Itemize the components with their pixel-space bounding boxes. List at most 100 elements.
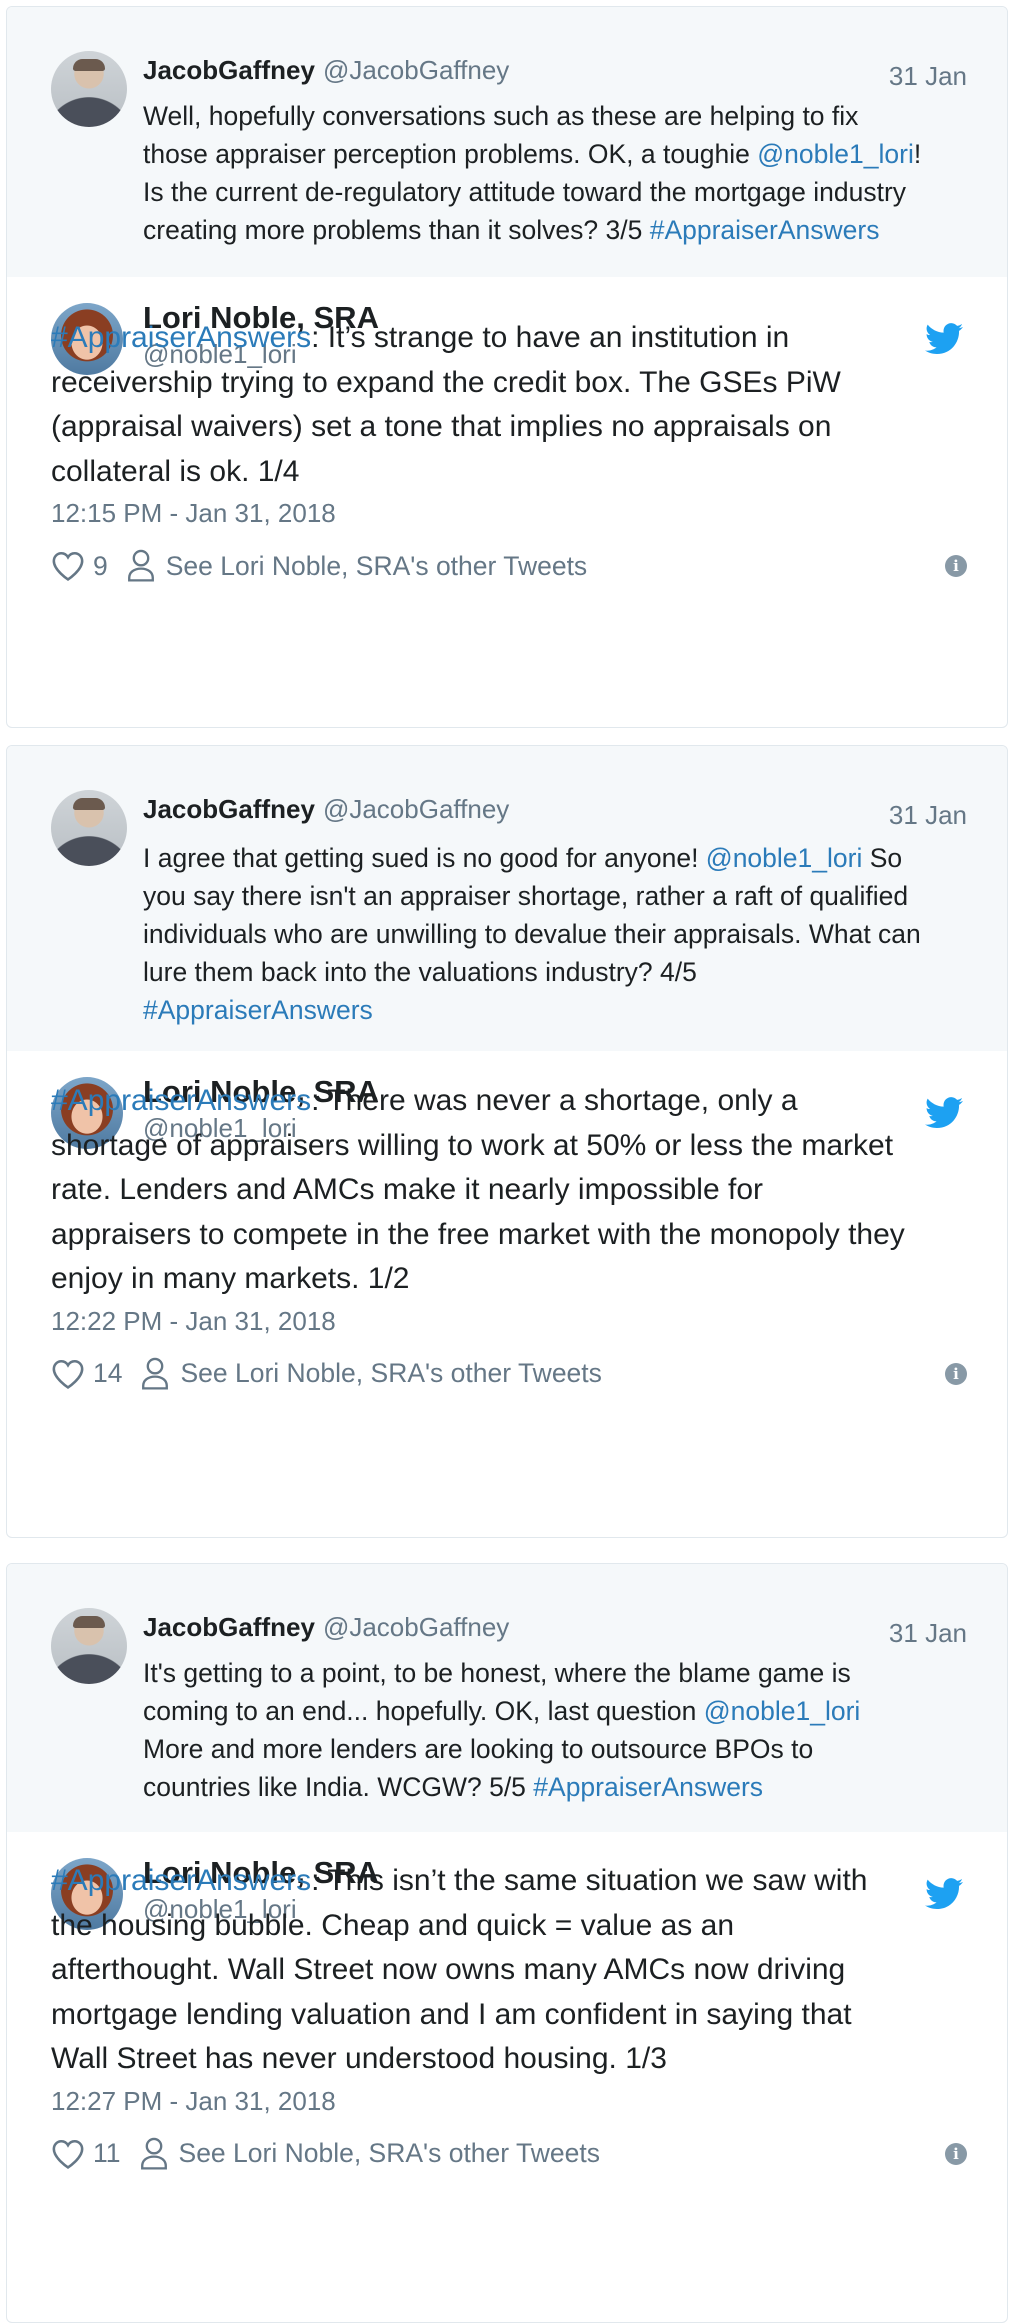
- hashtag-link[interactable]: #AppraiserAnswers: [143, 995, 373, 1025]
- heart-icon[interactable]: [51, 1358, 85, 1390]
- tweet-actions: 14 See Lori Noble, SRA's other Tweets i: [51, 1354, 967, 1394]
- quoted-tweet-date[interactable]: 31 Jan: [889, 57, 967, 95]
- tweet-text-segment: enjoy in many markets. 1/2: [51, 1262, 410, 1295]
- tweet-text-line: #AppraiserAnswers: It’s strange to have …: [51, 316, 967, 361]
- tweet-text-line: #AppraiserAnswers: This isn’t the same s…: [51, 1859, 967, 1904]
- mention-link[interactable]: @noble1_lori: [704, 1696, 861, 1726]
- see-other-tweets-link[interactable]: See Lori Noble, SRA's other Tweets: [179, 2138, 600, 2169]
- quoted-tweet-date[interactable]: 31 Jan: [889, 796, 967, 834]
- quoted-author-avatar[interactable]: [51, 51, 127, 127]
- quoted-text-line: countries like India. WCGW? 5/5 #Apprais…: [143, 1768, 967, 1806]
- person-icon: [142, 1357, 169, 1390]
- quoted-author-handle[interactable]: @JacobGaffney: [323, 55, 509, 85]
- info-icon[interactable]: i: [945, 1362, 967, 1385]
- hashtag-link[interactable]: #AppraiserAnswers: [650, 215, 880, 245]
- quoted-text-line: Is the current de-regulatory attitude to…: [143, 173, 967, 211]
- quoted-author-name[interactable]: JacobGaffney: [143, 794, 315, 824]
- quoted-text-segment: individuals who are unwilling to devalue…: [143, 919, 921, 949]
- like-count[interactable]: 11: [93, 2138, 121, 2169]
- tweet-text: #AppraiserAnswers: It’s strange to have …: [51, 316, 967, 494]
- quoted-text-line: I agree that getting sued is no good for…: [143, 839, 967, 877]
- quoted-text-segment: lure them back into the valuations indus…: [143, 957, 697, 987]
- tweet-text-segment: the housing bubble. Cheap and quick = va…: [51, 1908, 735, 1942]
- tweet-text-segment: appraisers to compete in the free market…: [51, 1217, 905, 1251]
- quoted-tweet[interactable]: JacobGaffney @JacobGaffney 31 Jan It's gett…: [7, 1564, 1007, 1832]
- quoted-tweet-date[interactable]: 31 Jan: [889, 1614, 967, 1652]
- quoted-text-line: creating more problems than it solves? 3…: [143, 211, 967, 249]
- heart-icon[interactable]: [51, 550, 85, 582]
- tweet-text-line: rate. Lenders and AMCs make it nearly im…: [51, 1168, 967, 1213]
- quoted-tweet-text: Well, hopefully conversations such as th…: [143, 97, 967, 249]
- like-count[interactable]: 9: [93, 551, 108, 582]
- tweet-timestamp[interactable]: 12:27 PM - Jan 31, 2018: [51, 2084, 336, 2118]
- tweet-text-segment: afterthought. Wall Street now owns many …: [51, 1953, 846, 1986]
- quoted-tweet-header: JacobGaffney @JacobGaffney 31 Jan: [143, 51, 967, 91]
- tweet-text-segment: rate. Lenders and AMCs make it nearly im…: [51, 1173, 763, 1206]
- tweet-text-line: mortgage lending valuation and I am conf…: [51, 1993, 967, 2038]
- tweet-text-line: receivership trying to expand the credit…: [51, 361, 967, 406]
- tweet-text-line: collateral is ok. 1/4: [51, 450, 967, 495]
- quoted-text-segment: Is the current de-regulatory attitude to…: [143, 177, 907, 207]
- quoted-text-segment: More and more lenders are looking to out…: [143, 1734, 814, 1764]
- tweet-text-segment: mortgage lending valuation and I am conf…: [51, 1997, 852, 2031]
- quoted-tweet[interactable]: JacobGaffney @JacobGaffney 31 Jan I agree t…: [7, 746, 1007, 1051]
- see-other-tweets-link[interactable]: See Lori Noble, SRA's other Tweets: [180, 1358, 601, 1389]
- quoted-tweet-header: JacobGaffney @JacobGaffney 31 Jan: [143, 790, 967, 830]
- like-count[interactable]: 14: [93, 1358, 122, 1389]
- tweet-text-line: (appraisal waivers) set a tone that impl…: [51, 405, 967, 450]
- tweet-card: JacobGaffney @JacobGaffney 31 Jan Well, hop…: [6, 6, 1008, 728]
- quoted-author-avatar[interactable]: [51, 1608, 127, 1684]
- tweet-text-line: shortage of appraisers willing to work a…: [51, 1124, 967, 1169]
- quoted-text-segment: Well, hopefully conversations such as th…: [143, 101, 859, 131]
- quoted-tweet-text: I agree that getting sued is no good for…: [143, 839, 967, 1029]
- quoted-text-line: More and more lenders are looking to out…: [143, 1730, 967, 1768]
- tweet-text-line: the housing bubble. Cheap and quick = va…: [51, 1904, 967, 1949]
- quoted-text-line: It's getting to a point, to be honest, w…: [143, 1654, 967, 1692]
- quoted-author-name[interactable]: JacobGaffney: [143, 55, 315, 85]
- see-other-tweets-link[interactable]: See Lori Noble, SRA's other Tweets: [166, 551, 587, 582]
- tweet-text-line: Wall Street has never understood housing…: [51, 2037, 967, 2082]
- tweet-text-line: #AppraiserAnswers: There was never a sho…: [51, 1079, 967, 1124]
- tweet-text-segment: shortage of appraisers willing to work a…: [51, 1128, 894, 1162]
- quoted-text-segment: countries like India. WCGW? 5/5: [143, 1772, 534, 1802]
- tweet-text-line: afterthought. Wall Street now owns many …: [51, 1948, 967, 1993]
- quoted-text-segment: !: [913, 139, 922, 169]
- quoted-text-line: you say there isn't an appraiser shortag…: [143, 877, 967, 915]
- person-icon: [127, 549, 154, 582]
- quoted-author-name[interactable]: JacobGaffney: [143, 1612, 315, 1642]
- quoted-text-segment: I agree that getting sued is no good for…: [143, 843, 706, 873]
- hashtag-link[interactable]: #AppraiserAnswers: [51, 1084, 311, 1117]
- tweet-text-segment: (appraisal waivers) set a tone that impl…: [51, 410, 832, 443]
- tweet-card: JacobGaffney @JacobGaffney 31 Jan I agree t…: [6, 745, 1008, 1538]
- info-icon[interactable]: i: [945, 2142, 967, 2165]
- mention-link[interactable]: @noble1_lori: [757, 139, 914, 169]
- tweet-actions: 11 See Lori Noble, SRA's other Tweets i: [51, 2134, 967, 2174]
- heart-icon[interactable]: [51, 2138, 85, 2170]
- tweet-text-line: appraisers to compete in the free market…: [51, 1213, 967, 1258]
- quoted-text-line: coming to an end... hopefully. OK, last …: [143, 1692, 967, 1730]
- hashtag-link[interactable]: #AppraiserAnswers: [51, 321, 311, 354]
- info-icon[interactable]: i: [945, 555, 967, 577]
- quoted-text-segment: It's getting to a point, to be honest, w…: [143, 1658, 851, 1688]
- tweet-text-segment: : This isn’t the same situation we saw w…: [311, 1864, 868, 1897]
- quoted-text-line: those appraiser perception problems. OK,…: [143, 135, 967, 173]
- tweet-timestamp[interactable]: 12:15 PM - Jan 31, 2018: [51, 496, 336, 530]
- quoted-text-segment: coming to an end... hopefully. OK, last …: [143, 1696, 704, 1726]
- quoted-text-segment: creating more problems than it solves? 3…: [143, 215, 650, 245]
- hashtag-link[interactable]: #AppraiserAnswers: [51, 1864, 311, 1897]
- quoted-author-avatar[interactable]: [51, 790, 127, 866]
- quoted-tweet-text: It's getting to a point, to be honest, w…: [143, 1654, 967, 1806]
- quoted-author-handle[interactable]: @JacobGaffney: [323, 794, 509, 824]
- tweet-text-segment: : There was never a shortage, only a: [311, 1084, 798, 1117]
- tweet-text-segment: Wall Street has never understood housing…: [51, 2042, 667, 2075]
- tweet-text-line: enjoy in many markets. 1/2: [51, 1257, 967, 1302]
- tweet-text-segment: : It’s strange to have an institution in: [311, 321, 790, 354]
- quoted-author-handle[interactable]: @JacobGaffney: [323, 1612, 509, 1642]
- tweet-timestamp[interactable]: 12:22 PM - Jan 31, 2018: [51, 1304, 336, 1338]
- quoted-text-line: lure them back into the valuations indus…: [143, 953, 967, 991]
- tweet-text-segment: receivership trying to expand the credit…: [51, 365, 841, 399]
- hashtag-link[interactable]: #AppraiserAnswers: [533, 1772, 763, 1802]
- mention-link[interactable]: @noble1_lori: [706, 843, 863, 873]
- quoted-tweet[interactable]: JacobGaffney @JacobGaffney 31 Jan Well, hop…: [7, 7, 1007, 277]
- quoted-text-segment: you say there isn't an appraiser shortag…: [143, 881, 909, 911]
